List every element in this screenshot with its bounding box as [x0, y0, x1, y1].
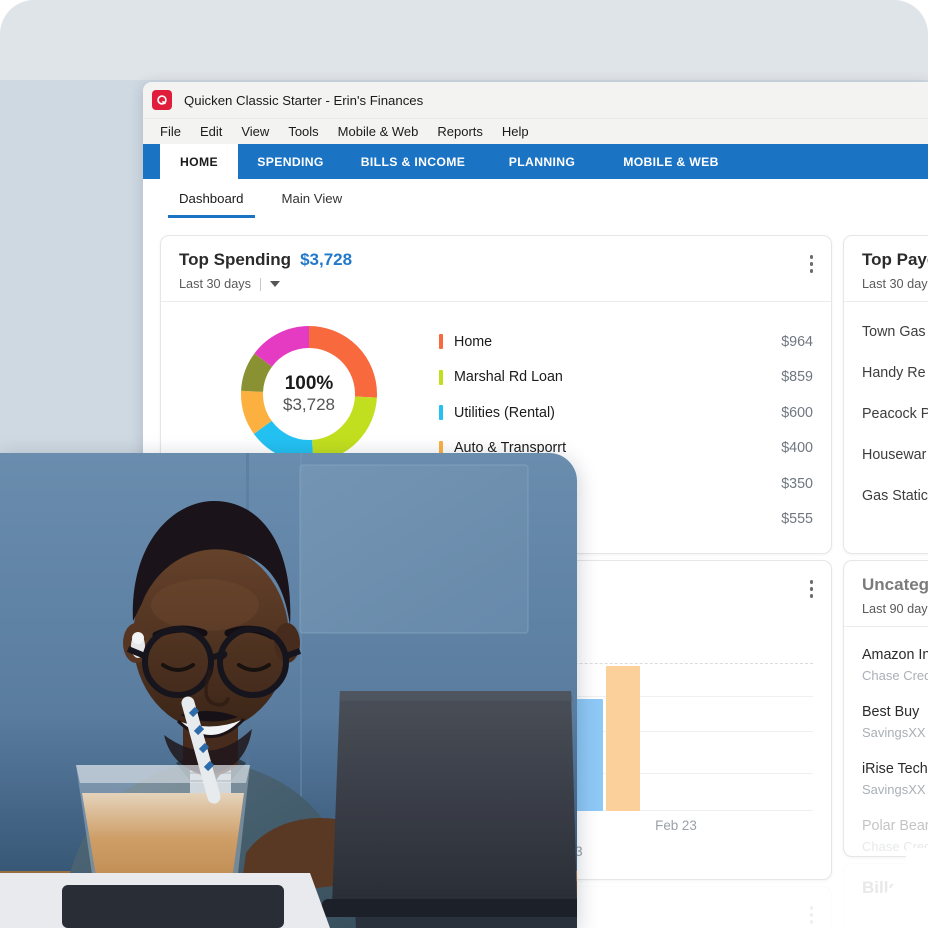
transaction-payee: Amazon In	[862, 647, 928, 663]
legend-value: $400	[781, 440, 813, 457]
top-spending-period: Last 30 days	[179, 277, 251, 291]
list-item[interactable]: Town Gas	[844, 311, 928, 352]
title-bar: Quicken Classic Starter - Erin's Finance…	[143, 82, 928, 119]
list-item[interactable]: Housewar	[844, 434, 928, 475]
top-spending-amount: $3,728	[300, 250, 353, 269]
menu-reports[interactable]: Reports	[428, 121, 492, 142]
chevron-down-icon[interactable]	[269, 281, 280, 287]
primary-tab-strip: HOME SPENDING BILLS & INCOME PLANNING MO…	[143, 144, 928, 179]
page-corner-mask	[848, 848, 928, 928]
legend-value: $350	[781, 475, 813, 492]
menu-help[interactable]: Help	[493, 121, 538, 142]
legend-value: $555	[781, 511, 813, 528]
tab-bills-income[interactable]: BILLS & INCOME	[343, 144, 483, 179]
menu-file[interactable]: File	[151, 121, 190, 142]
legend-label: Marshal Rd Loan	[454, 369, 563, 386]
tab-mobile-web[interactable]: MOBILE & WEB	[601, 144, 741, 179]
donut-center-label: 100% $3,728	[241, 326, 377, 462]
top-payees-card: Top Payees Last 30 days Town Gas Handy R…	[843, 235, 928, 554]
period-divider	[259, 277, 261, 291]
menu-view[interactable]: View	[232, 121, 278, 142]
legend-value: $859	[781, 369, 813, 386]
page-background-top	[0, 0, 928, 80]
top-payees-list: Town Gas Handy Re Peacock P Housewar Gas…	[844, 302, 928, 516]
legend-item-marshal-rd-loan[interactable]: Marshal Rd Loan $859	[439, 360, 813, 396]
menu-bar: File Edit View Tools Mobile & Web Report…	[143, 119, 928, 144]
top-payees-period: Last 30 days	[862, 277, 928, 291]
legend-value: $600	[781, 404, 813, 421]
menu-edit[interactable]: Edit	[191, 121, 231, 142]
legend-item-utilities-rental[interactable]: Utilities (Rental) $600	[439, 395, 813, 431]
list-item[interactable]: Peacock P	[844, 393, 928, 434]
uncategorized-list: Amazon In Chase Cred Best Buy SavingsXX …	[844, 627, 928, 856]
kebab-menu-icon[interactable]	[806, 251, 818, 277]
transaction-payee: Best Buy	[862, 703, 920, 720]
subtab-dashboard[interactable]: Dashboard	[160, 179, 263, 218]
sub-tab-strip: Dashboard Main View	[143, 179, 928, 219]
list-item[interactable]: Best Buy SavingsXX	[844, 693, 928, 750]
kebab-menu-icon[interactable]	[806, 902, 818, 928]
x-tick-label: Feb 23	[655, 818, 697, 833]
uncategorized-title: Uncategor	[862, 575, 928, 594]
transaction-account: SavingsXX	[862, 782, 926, 798]
list-item[interactable]: Amazon In Chase Cred	[844, 636, 928, 693]
list-item[interactable]: Handy Re	[844, 352, 928, 393]
legend-swatch-icon	[439, 369, 443, 385]
bar-expense-feb23	[606, 666, 640, 811]
quicken-q-icon	[152, 90, 172, 110]
transaction-payee: Polar Bear	[862, 817, 928, 834]
uncategorized-card: Uncategor Last 90 days Amazon In Chase C…	[843, 560, 928, 857]
legend-label: Utilities (Rental)	[454, 404, 555, 421]
tab-home[interactable]: HOME	[160, 144, 238, 179]
kebab-menu-icon[interactable]	[806, 576, 818, 602]
legend-value: $964	[781, 333, 813, 350]
donut-value: $3,728	[283, 394, 335, 414]
uncategorized-header: Uncategor Last 90 days	[844, 561, 928, 626]
subtab-main-view[interactable]: Main View	[263, 179, 362, 218]
transaction-account: Chase Cred	[862, 668, 928, 684]
legend-swatch-icon	[439, 405, 443, 421]
tab-spending[interactable]: SPENDING	[238, 144, 343, 179]
legend-label: Home	[454, 333, 493, 350]
menu-tools[interactable]: Tools	[279, 121, 327, 142]
list-item[interactable]: iRise Techn SavingsXX	[844, 750, 928, 807]
transaction-payee: iRise Techn	[862, 760, 928, 777]
top-spending-title: Top Spending	[179, 250, 292, 269]
person-at-laptop-photo	[0, 453, 577, 928]
top-payees-header: Top Payees Last 30 days	[844, 236, 928, 301]
window-title: Quicken Classic Starter - Erin's Finance…	[184, 92, 424, 108]
donut-percent: 100%	[284, 372, 334, 394]
transaction-account: SavingsXX	[862, 725, 926, 741]
top-spending-header: Top Spending $3,728 Last 30 days	[161, 236, 831, 301]
tab-planning[interactable]: PLANNING	[483, 144, 601, 179]
list-item[interactable]: Gas Static	[844, 475, 928, 516]
menu-mobile-web[interactable]: Mobile & Web	[329, 121, 428, 142]
spending-donut-chart: 100% $3,728	[241, 326, 377, 462]
uncategorized-period: Last 90 days	[862, 602, 928, 616]
top-payees-title: Top Payees	[862, 250, 928, 269]
legend-swatch-icon	[439, 334, 443, 350]
legend-item-home[interactable]: Home $964	[439, 324, 813, 360]
